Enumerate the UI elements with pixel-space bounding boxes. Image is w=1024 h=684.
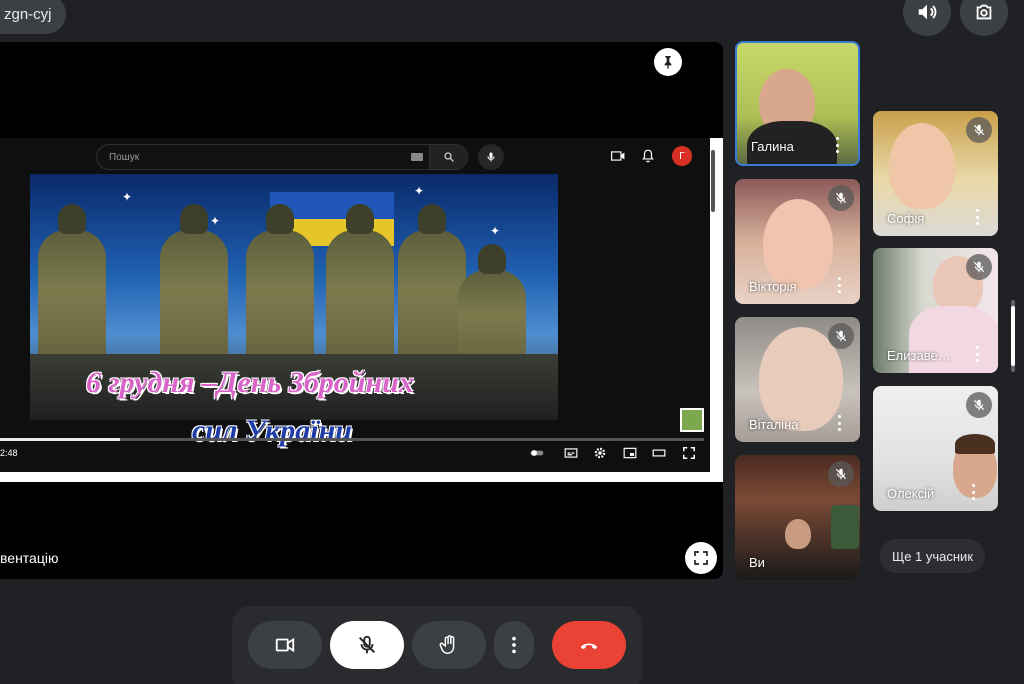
participant-name: Олексій — [887, 486, 935, 501]
presentation-label: вентацію — [0, 550, 59, 566]
participant-tile[interactable]: Олексій — [873, 386, 998, 511]
video-progress-bar[interactable] — [0, 438, 704, 441]
more-options-button[interactable] — [838, 277, 842, 293]
settings-button[interactable] — [591, 446, 609, 460]
youtube-account-avatar[interactable]: Г — [672, 146, 692, 166]
browser-scrollbar-thumb[interactable] — [711, 150, 715, 212]
more-options-button[interactable] — [836, 137, 840, 153]
search-icon — [443, 152, 454, 162]
video-time: 2:48 — [0, 448, 18, 458]
more-options-button[interactable] — [972, 484, 976, 500]
muted-indicator — [966, 117, 992, 143]
video-caption-line2: сил України — [192, 414, 352, 447]
sparkle-decoration: ✦ — [490, 224, 501, 238]
participant-video — [785, 519, 811, 549]
participant-name: Софія — [887, 211, 925, 226]
microphone-toggle-button[interactable] — [330, 621, 404, 669]
subtitles-button[interactable] — [562, 446, 580, 460]
video-thumbnail-badge — [680, 408, 704, 432]
meeting-code-text: zgn-cyj — [4, 5, 52, 23]
participant-name: Вікторія — [749, 279, 797, 294]
muted-indicator — [828, 461, 854, 487]
mic-off-icon — [835, 330, 847, 342]
camera-icon — [275, 637, 295, 653]
youtube-search-input[interactable]: Пошук — [96, 144, 468, 170]
switch-camera-icon — [976, 4, 992, 20]
participant-video — [955, 434, 995, 454]
subtitles-icon — [564, 448, 578, 458]
end-call-icon — [580, 643, 598, 650]
more-options-button[interactable] — [976, 209, 980, 225]
raise-hand-icon — [439, 635, 455, 654]
mic-off-icon — [359, 635, 375, 654]
muted-indicator — [966, 392, 992, 418]
volume-icon — [918, 4, 937, 20]
meeting-code[interactable]: zgn-cyj — [0, 0, 66, 34]
miniplayer-button[interactable] — [621, 446, 639, 460]
video-caption-line1: 6 грудня –День Збройних — [86, 366, 414, 399]
mic-off-icon — [835, 468, 847, 480]
more-options-button[interactable] — [494, 621, 534, 669]
sparkle-decoration: ✦ — [210, 214, 221, 228]
raise-hand-button[interactable] — [412, 621, 486, 669]
create-video-icon[interactable] — [610, 148, 626, 164]
participant-video — [763, 199, 833, 289]
sparkle-decoration: ✦ — [122, 190, 133, 204]
participant-name: Галина — [751, 139, 794, 154]
muted-indicator — [966, 254, 992, 280]
video-progress-played — [0, 438, 120, 441]
participant-name: Віталіна — [749, 417, 799, 432]
call-controls-bar — [232, 606, 642, 684]
fullscreen-icon — [683, 447, 695, 459]
mic-off-icon — [973, 124, 985, 136]
mic-icon — [487, 152, 495, 162]
presentation-stage: Пошук Г ✦ ✦ ✦ ✦ 6 грудня –День Збройних … — [0, 42, 723, 579]
mic-off-icon — [835, 192, 847, 204]
shared-browser-window: Пошук Г ✦ ✦ ✦ ✦ 6 грудня –День Збройних … — [0, 138, 723, 482]
keyboard-icon — [411, 153, 423, 161]
participant-tile[interactable]: Софія — [873, 111, 998, 236]
participant-name: Елизаве… — [887, 348, 951, 363]
fullscreen-icon — [694, 551, 708, 565]
pin-button[interactable] — [654, 48, 682, 76]
participant-tile[interactable]: Галина — [735, 41, 860, 166]
muted-indicator — [828, 323, 854, 349]
end-call-button[interactable] — [552, 621, 626, 669]
more-options-button[interactable] — [976, 346, 980, 362]
participant-tile[interactable]: Вікторія — [735, 179, 860, 304]
more-vert-icon — [512, 636, 516, 654]
avatar-letter: Г — [679, 150, 685, 162]
video-fullscreen-button[interactable] — [680, 446, 698, 460]
stage-fullscreen-button[interactable] — [685, 542, 717, 574]
participant-tile[interactable]: Віталіна — [735, 317, 860, 442]
youtube-voice-search-button[interactable] — [478, 144, 504, 170]
gear-icon — [594, 447, 606, 459]
mic-off-icon — [973, 399, 985, 411]
participants-scrollbar-thumb[interactable] — [1011, 306, 1015, 366]
more-participants-label: Ще 1 учасник — [892, 548, 974, 564]
switch-camera-button[interactable] — [960, 0, 1008, 36]
mic-off-icon — [973, 261, 985, 273]
participant-video — [889, 123, 955, 209]
pin-icon — [664, 56, 672, 69]
more-options-button[interactable] — [838, 415, 842, 431]
notifications-icon[interactable] — [640, 148, 656, 164]
theater-icon — [652, 449, 666, 457]
autoplay-icon — [530, 450, 544, 456]
miniplayer-icon — [623, 447, 637, 459]
participant-tile[interactable]: Ви — [735, 455, 860, 580]
autoplay-toggle[interactable] — [528, 446, 546, 460]
youtube-search-placeholder: Пошук — [109, 151, 140, 163]
theater-mode-button[interactable] — [650, 446, 668, 460]
participant-video — [831, 505, 859, 549]
audio-output-button[interactable] — [903, 0, 951, 36]
more-participants-button[interactable]: Ще 1 учасник — [880, 539, 986, 573]
participant-name: Ви — [749, 555, 765, 570]
participant-tile[interactable]: Елизаве… — [873, 248, 998, 373]
youtube-search-button[interactable] — [429, 145, 467, 169]
muted-indicator — [828, 185, 854, 211]
sparkle-decoration: ✦ — [414, 184, 425, 198]
camera-toggle-button[interactable] — [248, 621, 322, 669]
